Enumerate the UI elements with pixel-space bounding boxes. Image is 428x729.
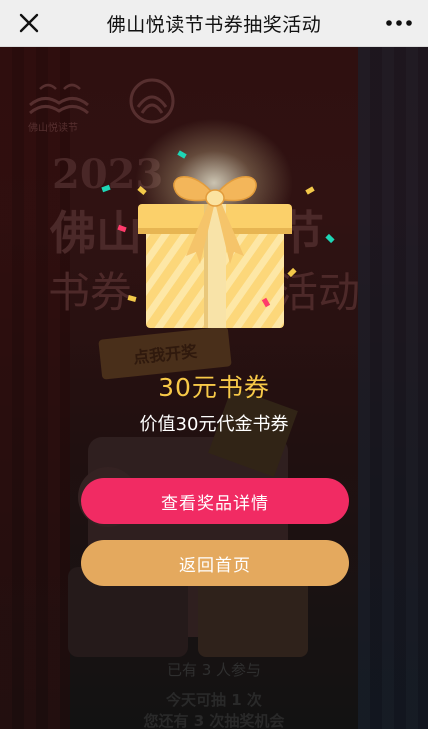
close-icon[interactable]	[18, 12, 40, 34]
more-icon[interactable]	[384, 13, 414, 33]
prize-title: 30元书券	[158, 373, 270, 402]
view-prize-details-button[interactable]: 查看奖品详情	[81, 478, 349, 524]
top-nav-bar: 佛山悦读节书券抽奖活动	[0, 0, 428, 47]
prize-description: 价值30元代金书券	[139, 414, 289, 435]
page-title: 佛山悦读节书券抽奖活动	[106, 13, 322, 36]
return-home-button[interactable]: 返回首页	[81, 540, 349, 586]
gift-box-icon	[138, 176, 292, 328]
